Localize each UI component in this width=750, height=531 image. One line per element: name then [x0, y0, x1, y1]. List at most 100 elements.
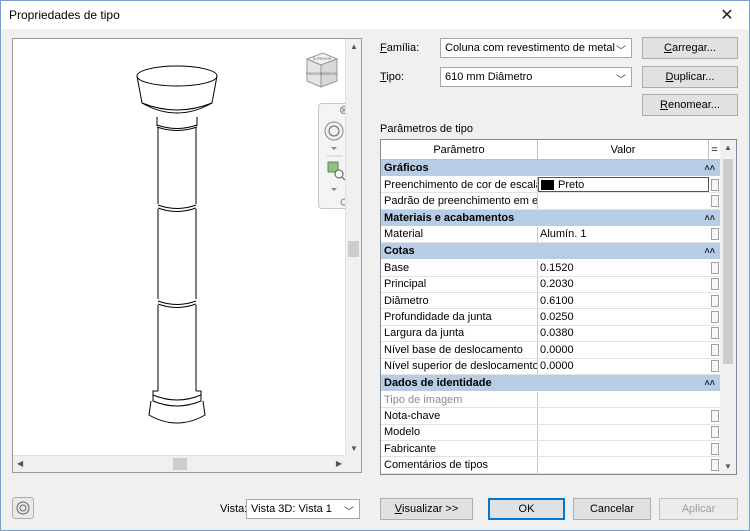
steering-wheel-icon[interactable]: [324, 121, 344, 141]
view-value: Vista 3D: Vista 1: [251, 503, 332, 515]
parameter-value[interactable]: 0.1520: [538, 260, 709, 275]
parameter-name: Nota-chave: [381, 408, 538, 424]
view-select[interactable]: Vista 3D: Vista 1 ﹀: [246, 499, 360, 519]
scroll-corner: [345, 455, 361, 472]
dropdown-arrow-icon[interactable]: [331, 147, 337, 150]
load-button[interactable]: Carregar...: [642, 37, 738, 59]
collapse-icon[interactable]: ˄˄: [704, 246, 715, 256]
parameter-name: Nível superior de deslocamento: [381, 358, 538, 374]
parameter-name: Modelo: [381, 424, 538, 441]
chevron-down-icon: ﹀: [616, 75, 626, 86]
parameter-name: Material: [381, 226, 538, 243]
preview-hscroll-thumb[interactable]: [173, 458, 187, 470]
steering-wheel-icon: [16, 501, 30, 515]
parameter-name: Comentários de tipos: [381, 457, 538, 473]
column-header-value[interactable]: Valor: [538, 140, 709, 159]
parameter-value[interactable]: [538, 425, 709, 440]
preview-button[interactable]: Visualizar >>: [380, 498, 473, 520]
scroll-down-icon[interactable]: ▼: [724, 462, 732, 471]
formula-icon: [711, 360, 719, 373]
parameter-value[interactable]: 0.0000: [538, 359, 709, 374]
type-parameters-grid[interactable]: Parâmetro Valor = Gráficos ˄˄ Preenchiment…: [380, 139, 737, 475]
parameter-row: Fabricante: [381, 441, 721, 458]
preview-vertical-scrollbar[interactable]: ▲ ▼: [345, 39, 361, 456]
close-button[interactable]: ✕: [704, 0, 750, 30]
parameter-value[interactable]: Preto: [538, 177, 709, 193]
collapse-icon[interactable]: ˄˄: [704, 213, 715, 223]
category-header[interactable]: Cotas ˄˄: [381, 243, 721, 261]
parameter-value[interactable]: [538, 408, 709, 423]
category-name: Cotas: [384, 245, 415, 258]
title-bar: Propriedades de tipo ✕: [0, 0, 750, 30]
type-select[interactable]: 610 mm Diâmetro ﹀: [440, 67, 632, 87]
color-swatch: [541, 179, 554, 190]
parameter-row: Largura da junta 0.0380: [381, 325, 721, 343]
apply-button[interactable]: Aplicar: [659, 498, 738, 520]
formula-icon: [711, 459, 719, 472]
viewcube[interactable]: SUPERIOR FRENTE DIREITA: [297, 51, 343, 95]
ok-button[interactable]: OK: [488, 498, 565, 520]
parameter-value[interactable]: [538, 457, 709, 472]
rename-button[interactable]: Renomear...: [642, 94, 738, 116]
scroll-down-icon[interactable]: ▼: [350, 444, 358, 453]
parameter-value-text: Preto: [558, 178, 585, 191]
grid-scroll-thumb[interactable]: [723, 159, 733, 364]
parameter-name: Fabricante: [381, 441, 538, 457]
parameter-name: Principal: [381, 276, 538, 292]
parameter-row: Principal 0.2030: [381, 276, 721, 293]
formula-icon: [711, 228, 719, 241]
viewcube-right-label: DIREITA: [321, 71, 337, 76]
collapse-icon[interactable]: ˄˄: [704, 378, 715, 388]
parameter-name: Tipo de imagem: [381, 391, 538, 408]
cancel-button[interactable]: Cancelar: [573, 498, 651, 520]
parameter-value-text: 0.6100: [540, 294, 574, 307]
parameter-row: Diâmetro 0.6100: [381, 292, 721, 310]
zoom-dropdown-icon[interactable]: [331, 188, 337, 191]
parameter-name: Nível base de deslocamento: [381, 342, 538, 358]
parameter-value-text: 0.1520: [540, 261, 574, 274]
close-icon: ✕: [720, 7, 734, 24]
parameter-row: Nível superior de deslocamento 0.0000: [381, 358, 721, 375]
parameter-value[interactable]: 0.2030: [538, 277, 709, 292]
preview-settings-button[interactable]: [12, 497, 34, 519]
preview-horizontal-scrollbar[interactable]: ◀ ▶: [13, 455, 346, 472]
type-value: 610 mm Diâmetro: [445, 71, 533, 83]
formula-icon: [711, 294, 719, 307]
parameter-value[interactable]: 0.0000: [538, 342, 709, 357]
parameter-value[interactable]: 0.0250: [538, 309, 709, 324]
parameter-value[interactable]: Alumín. 1: [538, 227, 709, 242]
formula-icon: [711, 426, 719, 439]
formula-icon: [711, 311, 719, 324]
parameter-value[interactable]: [538, 441, 709, 456]
category-header[interactable]: Dados de identidade ˄˄: [381, 374, 721, 392]
parameter-value[interactable]: 0.6100: [538, 293, 709, 308]
duplicate-button[interactable]: Duplicar...: [642, 66, 738, 88]
formula-icon: [711, 178, 719, 191]
zoom-icon[interactable]: [327, 161, 346, 181]
category-header[interactable]: Gráficos ˄˄: [381, 160, 721, 177]
preview-vscroll-thumb[interactable]: [348, 241, 359, 257]
parameter-row: Base 0.1520: [381, 260, 721, 277]
grid-vertical-scrollbar[interactable]: ▲ ▼: [720, 140, 736, 474]
parameter-value-text: 0.0000: [540, 343, 574, 356]
formula-icon: [711, 409, 719, 422]
formula-icon: [711, 327, 719, 340]
family-select[interactable]: Coluna com revestimento de metal ﹀: [440, 38, 632, 58]
collapse-icon[interactable]: ˄˄: [704, 163, 715, 173]
parameter-name: Largura da junta: [381, 325, 538, 342]
family-value: Coluna com revestimento de metal: [445, 42, 615, 54]
preview-viewport[interactable]: SUPERIOR FRENTE DIREITA ▲ ▼ ◀ ▶: [12, 38, 362, 473]
scroll-left-icon[interactable]: ◀: [17, 459, 23, 468]
parameter-row: Tipo de imagem: [381, 391, 721, 409]
parameter-value[interactable]: 0.0380: [538, 326, 709, 341]
chevron-down-icon: ﹀: [616, 46, 626, 57]
category-header[interactable]: Materiais e acabamentos ˄˄: [381, 209, 721, 227]
scroll-up-icon[interactable]: ▲: [724, 143, 732, 152]
parameter-value[interactable]: [538, 392, 709, 407]
view-label: Vista:: [220, 503, 248, 515]
parameter-value[interactable]: [538, 193, 709, 208]
scroll-right-icon[interactable]: ▶: [336, 459, 342, 468]
scroll-up-icon[interactable]: ▲: [350, 42, 358, 51]
viewcube-left-label: FRENTE: [306, 71, 322, 76]
column-header-parameter[interactable]: Parâmetro: [381, 140, 538, 159]
